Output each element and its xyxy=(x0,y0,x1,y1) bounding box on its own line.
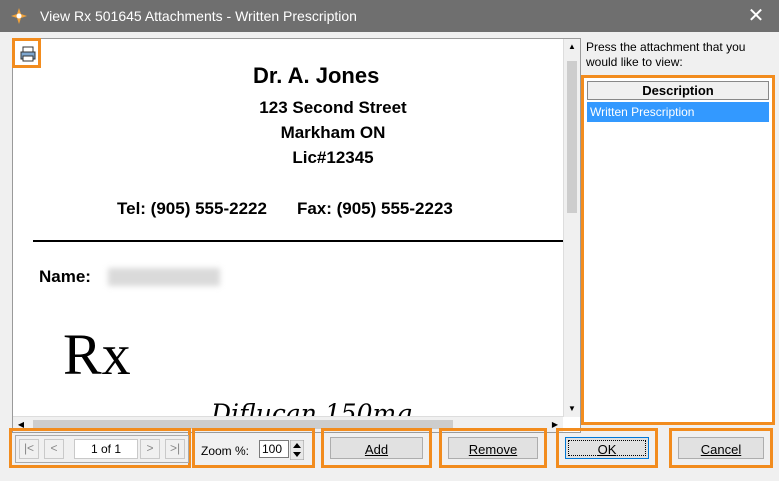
patient-name-label: Name: xyxy=(39,267,91,286)
title-bar: View Rx 501645 Attachments - Written Pre… xyxy=(0,0,779,32)
add-button[interactable]: Add xyxy=(330,437,423,459)
divider-line xyxy=(33,240,563,242)
zoom-group: Zoom %: xyxy=(192,428,315,468)
zoom-spinner-icon[interactable] xyxy=(290,440,304,460)
first-page-button[interactable]: |< xyxy=(19,439,39,459)
cancel-highlight: Cancel xyxy=(669,428,773,468)
pager-toolbar: |< < 1 of 1 > >| xyxy=(15,435,189,463)
address-line-2: Markham ON xyxy=(280,123,386,142)
zoom-label: Zoom %: xyxy=(201,444,250,458)
vertical-scroll-thumb[interactable] xyxy=(567,61,577,213)
ok-button[interactable]: OK xyxy=(565,437,649,459)
patient-name-redacted xyxy=(108,268,220,286)
app-logo-icon xyxy=(11,8,27,24)
rx-symbol: Rx xyxy=(63,322,131,387)
fax: Fax: (905) 555-2223 xyxy=(296,199,453,218)
telephone: Tel: (905) 555-2222 xyxy=(117,199,267,218)
cancel-button-label: Cancel xyxy=(700,442,742,457)
close-icon[interactable]: ✕ xyxy=(733,0,779,32)
ok-button-label: OK xyxy=(597,442,617,457)
contact-numbers: Tel: (905) 555-2222 Fax: (905) 555-2223 xyxy=(117,199,453,219)
doctor-name: Dr. A. Jones xyxy=(253,63,380,88)
zoom-input[interactable] xyxy=(259,440,289,458)
scroll-up-icon[interactable]: ▲ xyxy=(564,39,580,55)
page-indicator[interactable]: 1 of 1 xyxy=(74,439,138,459)
ok-highlight: OK xyxy=(556,428,658,468)
previous-page-button[interactable]: < xyxy=(44,439,64,459)
address-line-1: 123 Second Street xyxy=(259,98,407,117)
prescription-page: Dr. A. Jones 123 Second Street Markham O… xyxy=(13,39,563,417)
add-highlight: Add xyxy=(321,428,432,468)
remove-button-label: Remove xyxy=(468,442,518,457)
scroll-down-icon[interactable]: ▼ xyxy=(564,401,580,417)
attachment-list[interactable]: Description Written Prescription xyxy=(581,75,775,425)
description-column-header[interactable]: Description xyxy=(587,81,769,100)
print-highlight xyxy=(12,38,41,68)
doctor-address: 123 Second Street Markham ON Lic#12345 xyxy=(13,95,563,170)
vertical-scrollbar[interactable]: ▲ ▼ xyxy=(563,39,580,417)
last-page-button[interactable]: >| xyxy=(165,439,185,459)
license-number: Lic#12345 xyxy=(292,148,374,167)
remove-highlight: Remove xyxy=(439,428,547,468)
next-page-button[interactable]: > xyxy=(140,439,160,459)
list-item[interactable]: Written Prescription xyxy=(587,102,769,122)
window-title: View Rx 501645 Attachments - Written Pre… xyxy=(40,8,357,24)
remove-button[interactable]: Remove xyxy=(448,437,538,459)
cancel-button[interactable]: Cancel xyxy=(678,437,764,459)
add-button-label: Add xyxy=(364,442,389,457)
pager-group: |< < 1 of 1 > >| xyxy=(9,428,191,468)
handwritten-drug: Diflucan 150mg xyxy=(211,399,413,417)
document-viewer[interactable]: Dr. A. Jones 123 Second Street Markham O… xyxy=(12,38,581,433)
attachment-hint: Press the attachment that you would like… xyxy=(586,40,746,69)
